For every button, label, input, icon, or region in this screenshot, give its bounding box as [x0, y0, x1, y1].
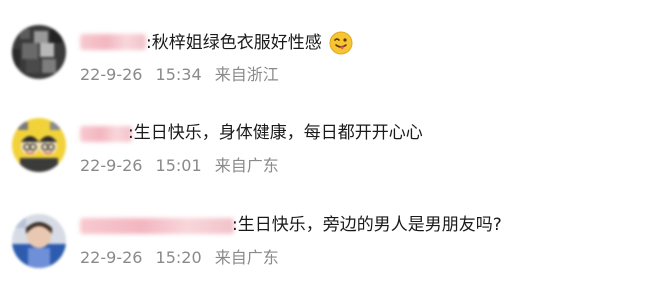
comment-meta: 22-9-26 15:20 来自广东: [80, 248, 279, 268]
comment-text: :秋梓姐绿色衣服好性感: [146, 33, 322, 53]
comment-item: :生日快乐，身体健康，每日都开开心心 22-9-26 15:01 来自广东: [0, 114, 660, 204]
comment-location: 来自广东: [214, 248, 279, 267]
comment-time: 15:01: [155, 156, 202, 175]
comment-item: :秋梓姐绿色衣服好性感 22-9-26 15:34 来自浙江: [0, 20, 660, 110]
comment-text-row: :秋梓姐绿色衣服好性感: [146, 31, 353, 55]
avatar[interactable]: [12, 25, 66, 79]
comment-time: 15:34: [155, 65, 202, 84]
tongue-out-wink-emoji-icon: [329, 31, 353, 55]
comment-text: :生日快乐，旁边的男人是男朋友吗?: [232, 215, 502, 235]
comment-location: 来自浙江: [214, 65, 279, 84]
comment-text: :生日快乐，身体健康，每日都开开心心: [128, 123, 423, 143]
comment-time: 15:20: [155, 248, 202, 267]
comment-date: 22-9-26: [80, 248, 143, 267]
comment-meta: 22-9-26 15:34 来自浙江: [80, 65, 279, 85]
comment-date: 22-9-26: [80, 65, 143, 84]
username-blurred[interactable]: [80, 218, 234, 234]
username-blurred[interactable]: [80, 126, 132, 142]
comment-meta: 22-9-26 15:01 来自广东: [80, 156, 279, 176]
username-blurred[interactable]: [80, 34, 146, 50]
comment-location: 来自广东: [214, 156, 279, 175]
avatar[interactable]: [12, 118, 66, 172]
comment-date: 22-9-26: [80, 156, 143, 175]
avatar[interactable]: [12, 214, 66, 268]
comment-item: :生日快乐，旁边的男人是男朋友吗? 22-9-26 15:20 来自广东: [0, 206, 660, 296]
